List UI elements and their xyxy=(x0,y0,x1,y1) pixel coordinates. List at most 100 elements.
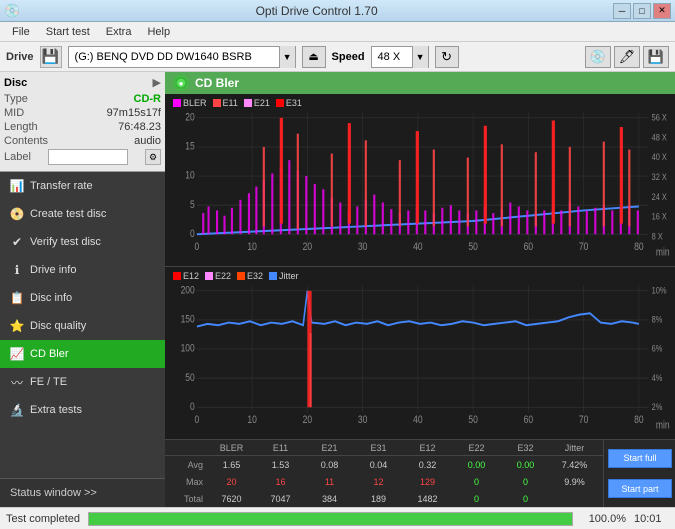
legend-e11: E11 xyxy=(213,98,238,108)
save-button[interactable]: 💾 xyxy=(643,46,669,68)
content-area: ● CD Bler BLER E11 E21 xyxy=(165,72,675,507)
svg-text:50: 50 xyxy=(185,372,194,384)
sidebar-item-extra-tests[interactable]: 🔬 Extra tests xyxy=(0,396,165,424)
avg-e21: 0.08 xyxy=(305,460,354,470)
svg-text:0: 0 xyxy=(190,401,195,413)
svg-text:5: 5 xyxy=(190,199,195,211)
disc-action-btn1[interactable]: 💿 xyxy=(585,46,611,68)
minimize-button[interactable]: ─ xyxy=(613,3,631,19)
svg-text:80: 80 xyxy=(634,414,643,426)
chart-title: CD Bler xyxy=(195,76,239,90)
svg-text:24 X: 24 X xyxy=(652,191,668,202)
sidebar-item-disc-quality[interactable]: ⭐ Disc quality xyxy=(0,312,165,340)
stats-avg-row: Avg 1.65 1.53 0.08 0.04 0.32 0.00 0.00 7… xyxy=(165,456,603,473)
progress-text: 100.0% xyxy=(581,513,626,525)
speed-select[interactable]: 48 X xyxy=(372,51,412,63)
svg-text:●: ● xyxy=(179,79,184,88)
sidebar-item-label: CD Bler xyxy=(30,348,69,360)
e21-label: E21 xyxy=(254,98,270,108)
speed-dropdown-arrow[interactable]: ▼ xyxy=(412,46,428,68)
svg-text:30: 30 xyxy=(358,241,367,253)
total-e31: 189 xyxy=(354,494,403,504)
max-e32: 0 xyxy=(501,477,550,487)
sidebar-item-verify-test-disc[interactable]: ✔ Verify test disc xyxy=(0,228,165,256)
max-label: Max xyxy=(169,477,207,487)
stats-header-e12: E12 xyxy=(403,443,452,453)
stats-table: BLER E11 E21 E31 E12 E22 E32 Jitter Avg … xyxy=(165,440,603,507)
e12-label: E12 xyxy=(183,271,199,281)
label-key: Label xyxy=(4,151,31,163)
drive-dropdown-arrow[interactable]: ▼ xyxy=(279,46,295,68)
avg-label: Avg xyxy=(169,460,207,470)
legend-jitter: Jitter xyxy=(269,271,299,281)
legend-e12: E12 xyxy=(173,271,199,281)
svg-text:10: 10 xyxy=(185,170,194,182)
chart-header-icon: ● xyxy=(173,75,189,91)
svg-text:min: min xyxy=(656,247,670,259)
bler-color xyxy=(173,99,181,107)
start-full-button[interactable]: Start full xyxy=(608,449,672,468)
time-text: 10:01 xyxy=(634,513,669,525)
svg-text:48 X: 48 X xyxy=(652,131,668,142)
refresh-button[interactable]: ↻ xyxy=(435,46,459,68)
stats-header-e22: E22 xyxy=(452,443,501,453)
sidebar-item-cd-bler[interactable]: 📈 CD Bler xyxy=(0,340,165,368)
svg-text:0: 0 xyxy=(195,414,200,426)
total-e21: 384 xyxy=(305,494,354,504)
menu-start-test[interactable]: Start test xyxy=(38,24,98,40)
menu-file[interactable]: File xyxy=(4,24,38,40)
disc-collapse-arrow[interactable]: ▶ xyxy=(153,76,161,89)
sidebar-item-drive-info[interactable]: ℹ Drive info xyxy=(0,256,165,284)
legend-e22: E22 xyxy=(205,271,231,281)
legend-e31: E31 xyxy=(276,98,302,108)
sidebar-item-label: Extra tests xyxy=(30,404,82,416)
disc-info-icon: 📋 xyxy=(10,291,24,305)
sidebar-item-fe-te[interactable]: 〰 FE / TE xyxy=(0,368,165,396)
sidebar-item-disc-info[interactable]: 📋 Disc info xyxy=(0,284,165,312)
stats-header-e21: E21 xyxy=(305,443,354,453)
eject-button[interactable]: ⏏ xyxy=(302,46,326,68)
e22-color xyxy=(205,272,213,280)
total-e11: 7047 xyxy=(256,494,305,504)
sidebar-item-label: Create test disc xyxy=(30,208,106,220)
total-bler: 7620 xyxy=(207,494,256,504)
close-button[interactable]: ✕ xyxy=(653,3,671,19)
label-settings-btn[interactable]: ⚙ xyxy=(145,149,161,165)
max-e12: 129 xyxy=(403,477,452,487)
menu-extra[interactable]: Extra xyxy=(98,24,140,40)
e31-color xyxy=(276,99,284,107)
e11-label: E11 xyxy=(223,98,238,108)
svg-text:6%: 6% xyxy=(652,343,663,354)
progress-bar xyxy=(88,512,573,526)
label-input[interactable] xyxy=(48,149,128,165)
svg-text:10: 10 xyxy=(247,241,256,253)
svg-text:0: 0 xyxy=(190,228,195,240)
start-part-button[interactable]: Start part xyxy=(608,479,672,498)
drive-select[interactable]: (G:) BENQ DVD DD DW1640 BSRB xyxy=(69,51,279,63)
sidebar-item-status-window[interactable]: Status window >> xyxy=(0,479,165,507)
svg-text:80: 80 xyxy=(634,241,643,253)
maximize-button[interactable]: □ xyxy=(633,3,651,19)
avg-bler: 1.65 xyxy=(207,460,256,470)
main-content: Disc ▶ Type CD-R MID 97m15s17f Length 76… xyxy=(0,72,675,507)
svg-text:50: 50 xyxy=(468,241,477,253)
svg-text:8%: 8% xyxy=(652,314,663,325)
jitter-color xyxy=(269,272,277,280)
disc-action-btn2[interactable]: 🖊 xyxy=(614,46,640,68)
svg-text:40 X: 40 X xyxy=(652,151,668,162)
chart2-legend: E12 E22 E32 Jitter xyxy=(165,269,307,283)
fe-te-icon: 〰 xyxy=(10,375,24,389)
sidebar-item-transfer-rate[interactable]: 📊 Transfer rate xyxy=(0,172,165,200)
chart1-legend: BLER E11 E21 E31 xyxy=(165,96,310,110)
e11-color xyxy=(213,99,221,107)
avg-e12: 0.32 xyxy=(403,460,452,470)
sidebar-item-create-test-disc[interactable]: 📀 Create test disc xyxy=(0,200,165,228)
type-value: CD-R xyxy=(134,93,162,105)
svg-text:56 X: 56 X xyxy=(652,112,668,123)
e21-color xyxy=(244,99,252,107)
chart1-container: BLER E11 E21 E31 xyxy=(165,94,675,267)
total-e22: 0 xyxy=(452,494,501,504)
titlebar: 💿 Opti Drive Control 1.70 ─ □ ✕ xyxy=(0,0,675,22)
menu-help[interactable]: Help xyxy=(139,24,178,40)
stats-header-e31: E31 xyxy=(354,443,403,453)
